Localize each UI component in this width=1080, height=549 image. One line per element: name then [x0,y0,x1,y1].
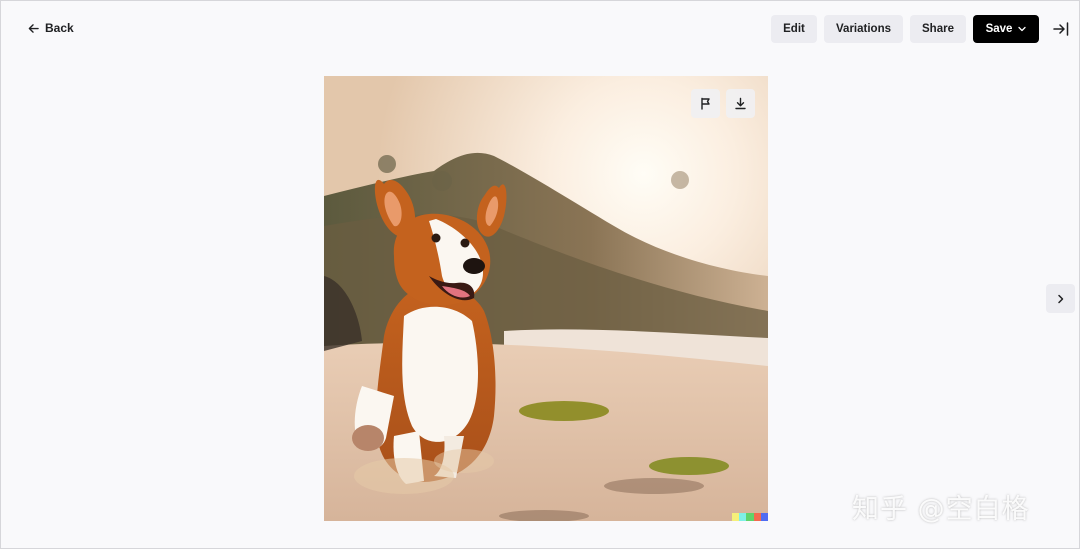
save-button[interactable]: Save [973,15,1039,43]
corgi-beach-photo [324,76,768,521]
signature-swatch [739,513,747,521]
signature-swatch [753,513,761,521]
back-button[interactable]: Back [28,18,74,38]
share-button[interactable]: Share [910,15,966,43]
collapse-panel-icon[interactable] [1052,20,1070,38]
top-toolbar: Back Edit Variations Share Save [0,0,1080,58]
watermark-text: 知乎 @空白格 [852,494,1030,525]
signature-swatch [732,513,740,521]
arrow-left-icon [28,23,39,33]
download-icon [735,97,746,110]
signature-swatch [760,513,768,521]
back-label: Back [45,21,74,35]
generated-image[interactable] [324,76,768,521]
signature-swatch [746,513,754,521]
flag-icon [701,97,710,110]
edit-button[interactable]: Edit [771,15,817,43]
chevron-right-icon [1057,294,1063,303]
chevron-down-icon [1018,26,1027,32]
download-button[interactable] [726,89,755,118]
variations-button[interactable]: Variations [824,15,903,43]
color-signature-mark [732,513,768,521]
report-flag-button[interactable] [691,89,720,118]
next-image-button[interactable] [1046,284,1075,313]
save-label: Save [985,23,1013,35]
